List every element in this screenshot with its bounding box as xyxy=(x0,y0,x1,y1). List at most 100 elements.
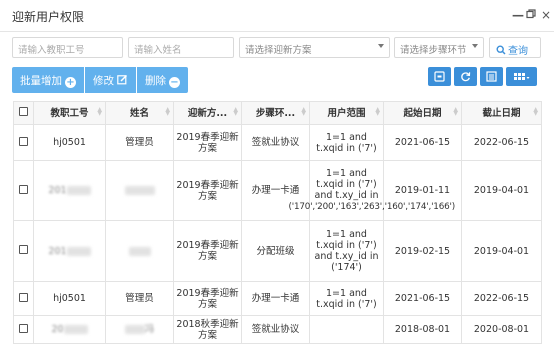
grid-menu-icon xyxy=(513,73,529,80)
row-checkbox[interactable] xyxy=(19,184,28,194)
plan-text: 方案 xyxy=(197,251,217,262)
close-button[interactable]: × xyxy=(541,8,551,22)
scope-line: and t.xy_id in xyxy=(314,251,379,262)
row-checkbox[interactable] xyxy=(19,292,28,302)
plan-cell: 2019春季迎新 方案 xyxy=(173,160,242,221)
maximize-icon xyxy=(526,9,536,19)
table-row[interactable]: 201 2019春季迎新 方案 办理一卡通 1=1 and t.xqid in ('… xyxy=(13,160,542,221)
column-header-plan[interactable]: 迎新方... ▲ ▼ xyxy=(173,101,242,125)
refresh-icon xyxy=(461,72,471,82)
name-input[interactable]: 请输入姓名 xyxy=(128,37,234,58)
column-header-label: 用户范围 xyxy=(327,107,366,119)
scope-line: t.xqid in ('7') xyxy=(316,240,377,251)
sort-icon: ▲ ▼ xyxy=(97,106,102,117)
column-header-label: 起始日期 xyxy=(403,107,442,119)
plan-text: 方案 xyxy=(197,142,217,154)
plan-cell: 2019春季迎新 方案 xyxy=(173,281,242,316)
end-date-cell: 2019-04-01 xyxy=(461,160,542,221)
row-checkbox[interactable] xyxy=(19,245,28,254)
column-header-label: 截止日期 xyxy=(482,107,521,119)
row-select-cell xyxy=(13,124,34,161)
name-cell: 冯 xyxy=(105,315,174,344)
column-header-scope[interactable]: 用户范围 ▲ ▼ xyxy=(309,101,384,125)
select-all-checkbox[interactable] xyxy=(19,107,28,116)
table-row[interactable]: hj0501 管理员 2019春季迎新 方案 签就业协议 1=1 and t.xqi… xyxy=(13,124,542,161)
end-date-cell: 2020-08-01 xyxy=(461,315,542,344)
row-select-cell xyxy=(13,281,34,316)
scope-line: ('174') xyxy=(331,262,362,273)
columns-menu-button[interactable] xyxy=(506,67,537,86)
scope-line: t.xqid in ('7') xyxy=(316,142,377,154)
column-header-staff-id[interactable]: 教职工号 ▲ ▼ xyxy=(33,101,106,125)
column-header-name[interactable]: 姓名 ▲ ▼ xyxy=(105,101,174,125)
sort-icon: ▲ ▼ xyxy=(453,106,458,117)
row-select-cell xyxy=(13,315,34,344)
batch-add-button[interactable]: 批量增加 + xyxy=(12,67,85,93)
row-checkbox[interactable] xyxy=(19,136,28,146)
column-header-end-date[interactable]: 截止日期 ▲ ▼ xyxy=(461,101,542,125)
step-cell: 签就业协议 xyxy=(241,315,310,344)
column-header-label: 教职工号 xyxy=(50,107,89,119)
scope-cell: 1=1 and t.xqid in ('7') xyxy=(309,124,384,161)
plan-text: 方案 xyxy=(197,190,217,202)
redacted-staff-id: 201 xyxy=(48,185,67,196)
plan-text: 2019春季迎新 xyxy=(176,131,239,143)
toggle-icon xyxy=(434,71,445,82)
batch-add-label: 批量增加 xyxy=(20,75,62,87)
plan-select-label: 请选择迎新方案 xyxy=(245,45,312,56)
staff-id-input[interactable]: 请输入教职工号 xyxy=(12,37,123,58)
delete-button[interactable]: 删除 − xyxy=(137,67,188,93)
column-header-step[interactable]: 步骤环... ▲ ▼ xyxy=(241,101,310,125)
plan-text: 2018秋季迎新 xyxy=(176,318,239,330)
scope-line: 1=1 and xyxy=(326,229,367,240)
maximize-button[interactable] xyxy=(526,8,536,22)
scope-line: 1=1 and xyxy=(326,131,367,143)
table-row[interactable]: 20 冯 2018秋季迎新 方案 签就业协议 2018-08-01 2020-08… xyxy=(13,315,542,344)
redaction-blur xyxy=(63,325,88,334)
row-select-cell xyxy=(13,220,34,282)
end-date-cell: 2022-06-15 xyxy=(461,281,542,316)
scope-cell: 1=1 and t.xqid in ('7') and t.xy_id in ('17… xyxy=(309,220,384,282)
chevron-down-icon xyxy=(378,44,384,48)
column-header-label: 姓名 xyxy=(129,107,149,119)
column-header-label: 迎新方... xyxy=(187,107,228,119)
window-title: 迎新用户权限 xyxy=(12,10,85,24)
redacted-staff-id: 201 xyxy=(48,245,67,257)
staff-id-cell: hj0501 xyxy=(33,124,106,161)
toggle-button[interactable] xyxy=(428,67,451,86)
plan-text: 方案 xyxy=(197,329,217,341)
step-select[interactable]: 请选择步骤环节 xyxy=(394,37,484,58)
action-toolbar: 批量增加 + 修改 删除 − xyxy=(12,67,188,93)
row-checkbox[interactable] xyxy=(19,323,28,333)
view-toolbar xyxy=(428,67,537,86)
name-cell: 管理员 xyxy=(105,124,174,161)
edit-icon xyxy=(117,74,128,85)
refresh-button[interactable] xyxy=(454,67,477,86)
name-cell xyxy=(105,220,174,282)
query-label: 查询 xyxy=(508,46,528,57)
step-select-label: 请选择步骤环节 xyxy=(400,45,467,56)
start-date-cell: 2021-06-15 xyxy=(383,124,462,161)
list-view-button[interactable] xyxy=(480,67,503,86)
start-date-cell: 2018-08-01 xyxy=(383,315,462,344)
start-date-cell: 2021-06-15 xyxy=(383,281,462,316)
step-cell: 签就业协议 xyxy=(241,124,310,161)
redacted-staff-id: 20 xyxy=(51,324,64,335)
column-header-start-date[interactable]: 起始日期 ▲ ▼ xyxy=(383,101,462,125)
edit-button[interactable]: 修改 xyxy=(85,67,137,93)
table-row[interactable]: hj0501 管理员 2019春季迎新 方案 办理一卡通 1=1 and t.xqi… xyxy=(13,281,542,316)
minimize-button[interactable]: — xyxy=(512,8,524,22)
redaction-blur xyxy=(66,246,91,256)
staff-id-cell: 201 xyxy=(33,220,106,282)
redaction-blur xyxy=(66,186,91,195)
table-row[interactable]: 201 2019春季迎新 方案 分配班级 1=1 and t.xqid in ('7… xyxy=(13,220,542,282)
sort-icon: ▲ ▼ xyxy=(301,106,306,117)
scope-line: t.xqid in ('7') xyxy=(316,298,377,310)
list-icon xyxy=(486,71,497,82)
redacted-name: 冯 xyxy=(144,324,155,335)
plan-text: 2019春季迎新 xyxy=(176,240,239,251)
query-button[interactable]: 查询 xyxy=(489,37,541,58)
plan-select[interactable]: 请选择迎新方案 xyxy=(239,37,390,58)
scope-line: and t.xy_id in xyxy=(314,190,379,201)
staff-id-cell: hj0501 xyxy=(33,281,106,316)
